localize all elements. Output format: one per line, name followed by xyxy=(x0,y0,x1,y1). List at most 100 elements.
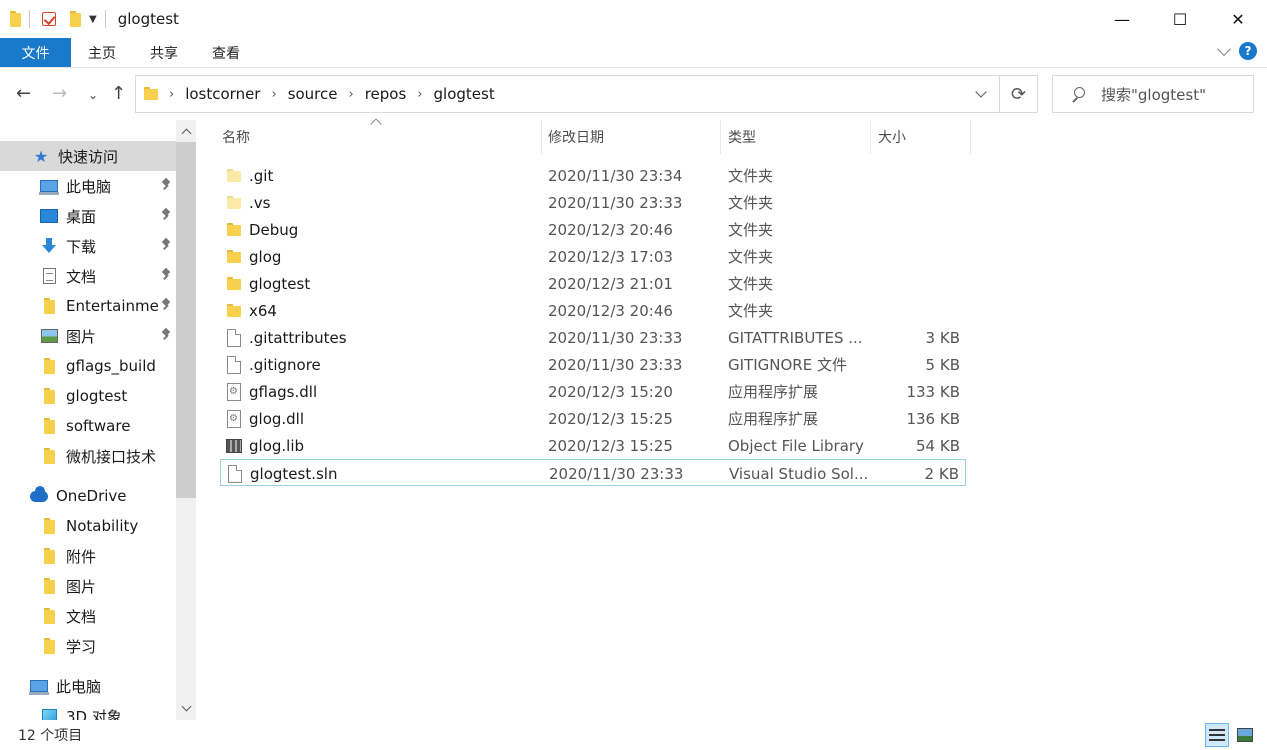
scroll-up-icon[interactable] xyxy=(176,122,196,142)
refresh-icon[interactable]: ⟳ xyxy=(1000,75,1038,113)
address-bar[interactable]: › lostcorner › source › repos › glogtest xyxy=(135,75,1000,113)
sidebar-item[interactable]: 文档 xyxy=(0,601,176,631)
file-name-cell: glog.dll xyxy=(225,405,304,432)
file-name: .vs xyxy=(249,193,271,212)
file-name: glog.lib xyxy=(249,436,305,455)
folder-icon xyxy=(144,87,158,101)
table-row[interactable]: .git 2020/11/30 23:34 文件夹 xyxy=(220,162,966,189)
table-row[interactable]: glog.lib 2020/12/3 15:25 Object File Libra… xyxy=(220,432,966,459)
sidebar-item[interactable]: 文档 xyxy=(0,261,176,291)
file-size: 2 KB xyxy=(924,464,959,483)
help-icon[interactable]: ? xyxy=(1239,42,1257,60)
sidebar-item[interactable]: 3D 对象 xyxy=(0,701,176,720)
sidebar-item-label: gflags_build xyxy=(66,357,156,375)
file-name-cell: glogtest xyxy=(225,270,310,297)
maximize-button[interactable]: ☐ xyxy=(1151,0,1209,38)
sidebar-item[interactable]: 此电脑 xyxy=(0,671,176,701)
table-row[interactable]: glogtest.sln 2020/11/30 23:33 Visual Studi… xyxy=(220,459,966,486)
table-row[interactable]: .gitattributes 2020/11/30 23:33 GITATTRIBU… xyxy=(220,324,966,351)
file-size: 133 KB xyxy=(906,382,960,401)
expand-ribbon-icon[interactable] xyxy=(1216,41,1232,57)
breadcrumb-item[interactable]: repos xyxy=(365,85,407,103)
file-date: 2020/12/3 20:46 xyxy=(548,301,673,320)
file-name-cell: glog.lib xyxy=(225,432,304,459)
up-arrow-icon[interactable]: ↑ xyxy=(111,83,126,104)
details-view-button[interactable] xyxy=(1205,723,1229,747)
column-size[interactable]: 大小 xyxy=(871,120,971,154)
sidebar-item[interactable]: 图片 xyxy=(0,321,176,351)
tab-share[interactable]: 共享 xyxy=(133,38,195,67)
recent-locations-icon[interactable]: ⌄ xyxy=(88,88,98,102)
search-placeholder: 搜索"glogtest" xyxy=(1101,85,1206,104)
chevron-right-icon[interactable]: › xyxy=(349,87,354,102)
onedrive-icon xyxy=(30,485,48,505)
pin-icon xyxy=(160,208,172,222)
item-count: 12 个项目 xyxy=(18,728,83,744)
sidebar-item[interactable]: 学习 xyxy=(0,631,176,661)
file-type: 文件夹 xyxy=(728,275,774,293)
table-row[interactable]: glog.dll 2020/12/3 15:25 应用程序扩展 136 KB xyxy=(220,405,966,432)
file-name-cell: x64 xyxy=(225,297,277,324)
sidebar-item[interactable]: gflags_build xyxy=(0,351,176,381)
pin-icon xyxy=(160,238,172,252)
table-row[interactable]: .vs 2020/11/30 23:33 文件夹 xyxy=(220,189,966,216)
scrollbar-thumb[interactable] xyxy=(176,142,196,498)
sidebar-item[interactable]: Entertainme xyxy=(0,291,176,321)
details-view-icon xyxy=(1209,729,1225,741)
ribbon-tabs: 文件 主页 共享 查看 ? xyxy=(0,38,1267,68)
sidebar-item[interactable]: OneDrive xyxy=(0,481,176,511)
new-folder-icon[interactable] xyxy=(70,11,81,27)
breadcrumb-item[interactable]: glogtest xyxy=(434,85,495,103)
large-icons-view-button[interactable] xyxy=(1233,723,1257,747)
table-row[interactable]: x64 2020/12/3 20:46 文件夹 xyxy=(220,297,966,324)
minimize-button[interactable]: — xyxy=(1093,0,1151,38)
column-type[interactable]: 类型 xyxy=(721,120,871,154)
table-row[interactable]: gflags.dll 2020/12/3 15:20 应用程序扩展 133 KB xyxy=(220,378,966,405)
file-type: Object File Library xyxy=(728,436,864,455)
tab-home[interactable]: 主页 xyxy=(71,38,133,67)
sidebar-item-label: 文档 xyxy=(66,607,97,626)
sidebar-item[interactable]: software xyxy=(0,411,176,441)
close-button[interactable]: ✕ xyxy=(1209,0,1267,38)
table-row[interactable]: Debug 2020/12/3 20:46 文件夹 xyxy=(220,216,966,243)
column-name[interactable]: 名称 xyxy=(215,120,542,154)
sidebar-item-label: 附件 xyxy=(66,547,97,566)
address-dropdown-icon[interactable] xyxy=(975,86,987,98)
file-type: Visual Studio Sol... xyxy=(729,464,869,483)
sidebar-item[interactable]: 桌面 xyxy=(0,201,176,231)
folder-icon xyxy=(40,297,58,315)
sidebar-item[interactable]: 此电脑 xyxy=(0,171,176,201)
properties-icon[interactable] xyxy=(42,12,56,26)
chevron-right-icon[interactable]: › xyxy=(271,87,276,102)
sidebar-item[interactable]: 附件 xyxy=(0,541,176,571)
file-explorer-window: ▼ glogtest — ☐ ✕ 文件 主页 共享 查看 ? ← → ⌄ ↑ › xyxy=(0,0,1267,750)
breadcrumb-item[interactable]: source xyxy=(288,85,338,103)
navigation-scrollbar[interactable] xyxy=(176,120,196,720)
folder-icon xyxy=(40,517,58,535)
sidebar-item[interactable]: Notability xyxy=(0,511,176,541)
scroll-down-icon[interactable] xyxy=(176,698,196,718)
table-row[interactable]: glog 2020/12/3 17:03 文件夹 xyxy=(220,243,966,270)
sidebar-item[interactable]: 图片 xyxy=(0,571,176,601)
chevron-right-icon[interactable]: › xyxy=(169,87,174,102)
file-name-cell: .gitignore xyxy=(225,351,321,378)
sidebar-item[interactable]: 下载 xyxy=(0,231,176,261)
back-arrow-icon[interactable]: ← xyxy=(16,83,31,104)
tab-view[interactable]: 查看 xyxy=(195,38,257,67)
customize-toolbar-icon[interactable]: ▼ xyxy=(89,14,97,25)
file-type: 文件夹 xyxy=(728,248,774,266)
forward-arrow-icon[interactable]: → xyxy=(52,83,67,104)
file-name: .gitattributes xyxy=(249,328,347,347)
breadcrumb-item[interactable]: lostcorner xyxy=(185,85,260,103)
sidebar-item[interactable]: ★ 快速访问 xyxy=(0,141,176,171)
sidebar-item-label: 学习 xyxy=(66,637,97,656)
tab-file[interactable]: 文件 xyxy=(0,38,71,67)
sidebar-item[interactable]: 微机接口技术 xyxy=(0,441,176,471)
table-row[interactable]: .gitignore 2020/11/30 23:33 GITIGNORE 文件 5 … xyxy=(220,351,966,378)
table-row[interactable]: glogtest 2020/12/3 21:01 文件夹 xyxy=(220,270,966,297)
column-date[interactable]: 修改日期 xyxy=(541,120,721,154)
chevron-right-icon[interactable]: › xyxy=(417,87,422,102)
file-name: x64 xyxy=(249,301,277,320)
search-input[interactable]: 搜索"glogtest" xyxy=(1052,75,1254,113)
sidebar-item[interactable]: glogtest xyxy=(0,381,176,411)
